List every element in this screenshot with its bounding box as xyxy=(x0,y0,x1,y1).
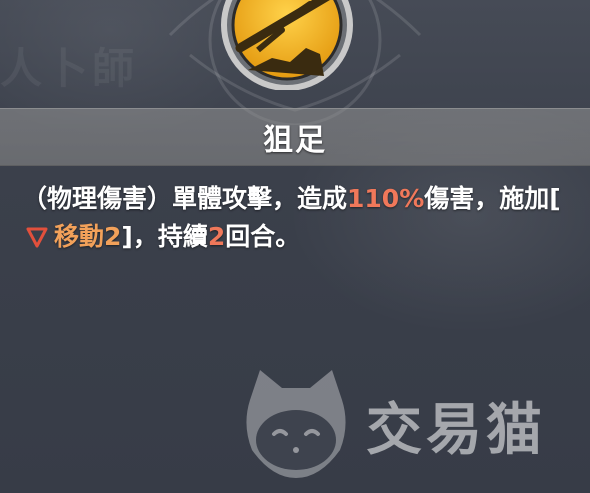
desc-text-1: （物理傷害）單體攻擊，造成 xyxy=(22,184,348,213)
skill-name: 狙足 xyxy=(263,123,327,158)
duration-turns: 2 xyxy=(207,222,226,251)
debuff-level: 2 xyxy=(104,222,122,251)
cat-logo-icon xyxy=(246,370,346,478)
lightning-sword-icon xyxy=(221,0,353,90)
watermark-text: 交易猫 xyxy=(366,397,546,463)
watermark: 交易猫 xyxy=(240,370,570,480)
damage-percent: 110% xyxy=(347,184,425,213)
desc-text-4: 回合。 xyxy=(225,222,301,251)
skill-title-bar: 狙足 xyxy=(0,108,590,166)
skill-description: （物理傷害）單體攻擊，造成110%傷害，施加[ 移動2]，持續2回合。 xyxy=(22,180,572,256)
desc-text-2: 傷害，施加[ xyxy=(424,184,561,213)
desc-text-3: ]，持續 xyxy=(121,222,208,251)
background-faded-text: 人卜師 xyxy=(0,44,139,93)
debuff-name: 移動 xyxy=(54,222,105,251)
debuff-triangle-icon xyxy=(26,227,48,248)
